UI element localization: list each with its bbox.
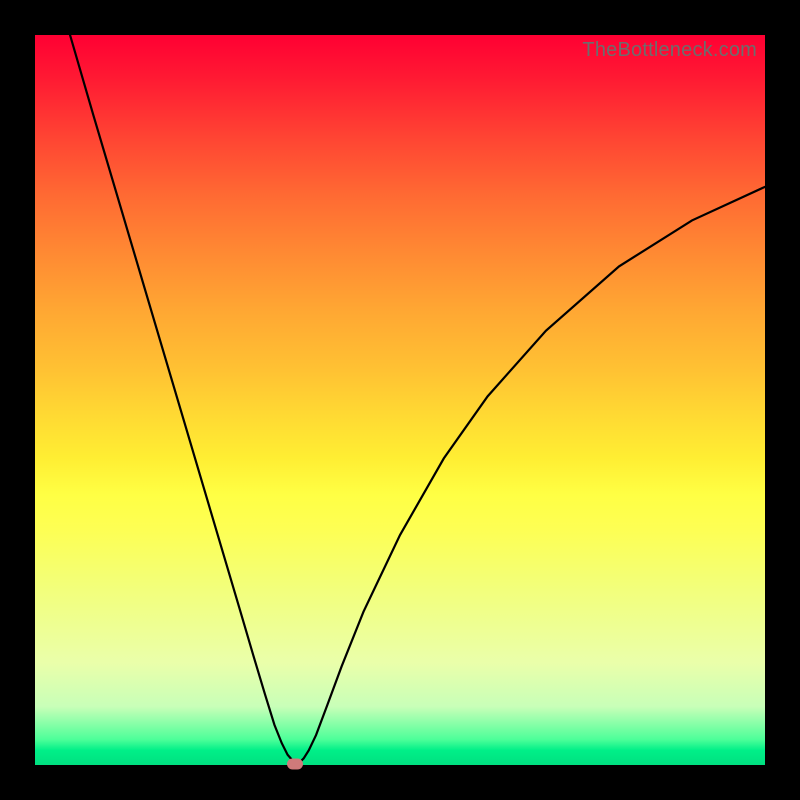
curve-svg — [35, 35, 765, 765]
min-marker — [287, 758, 303, 769]
chart-frame: TheBottleneck.com — [0, 0, 800, 800]
bottleneck-curve — [70, 35, 765, 763]
plot-area: TheBottleneck.com — [35, 35, 765, 765]
